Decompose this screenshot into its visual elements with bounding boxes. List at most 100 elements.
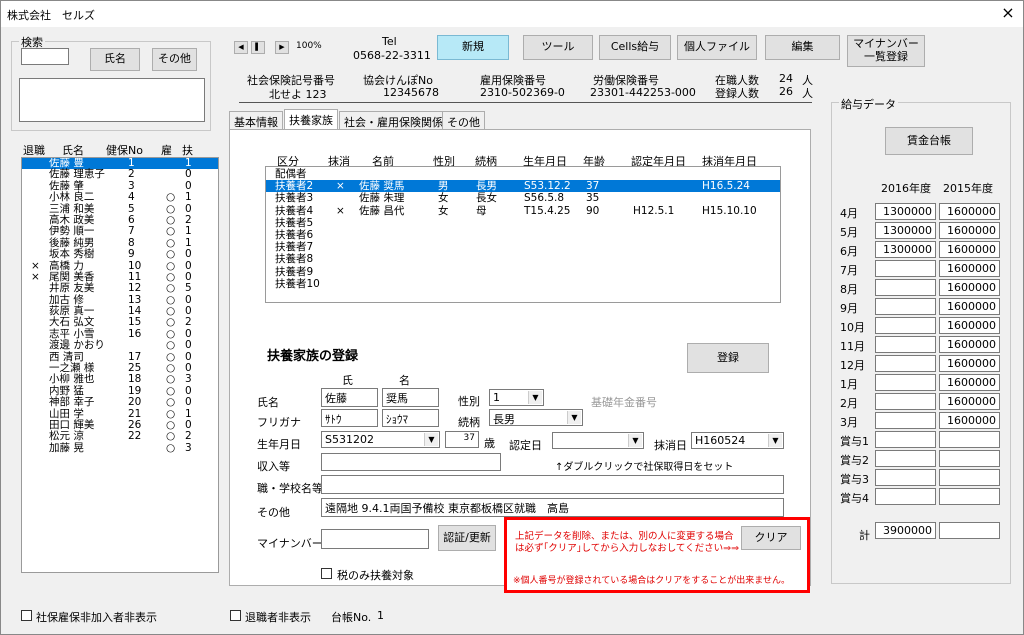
salary-2016-input[interactable] bbox=[875, 298, 936, 315]
hide-uninsured-checkbox[interactable] bbox=[21, 610, 32, 621]
mynumber-input[interactable] bbox=[321, 529, 429, 549]
employee-row[interactable]: 渡邊 かおり ○ 0 bbox=[22, 339, 218, 351]
register-button[interactable]: 登録 bbox=[687, 343, 769, 373]
employee-name: 神部 幸子 bbox=[49, 396, 95, 409]
salary-2015-input[interactable] bbox=[939, 431, 1000, 448]
salary-2016-input[interactable] bbox=[875, 450, 936, 467]
age-unit: 歳 bbox=[484, 437, 495, 450]
income-input[interactable] bbox=[321, 453, 501, 471]
salary-2015-input[interactable]: 1600000 bbox=[939, 336, 1000, 353]
tab-basic-info[interactable]: 基本情報 bbox=[229, 111, 283, 129]
salary-2015-input[interactable]: 1600000 bbox=[939, 279, 1000, 296]
other-input[interactable]: 遠隔地 9.4.1両国予備校 東京都板橋区就職 高島 bbox=[321, 498, 784, 517]
birth-select[interactable]: S531202 ▼ bbox=[321, 431, 440, 448]
salary-2015-input[interactable]: 1600000 bbox=[939, 222, 1000, 239]
delete-date-select[interactable]: H160524 ▼ bbox=[691, 432, 784, 449]
salary-2016-input[interactable] bbox=[875, 260, 936, 277]
employee-employment: ○ bbox=[166, 191, 176, 204]
cert-date-select[interactable]: ▼ bbox=[552, 432, 644, 449]
salary-2015-input[interactable]: 1600000 bbox=[939, 393, 1000, 410]
dependent-row[interactable]: 扶養者5 bbox=[266, 217, 780, 229]
dependent-row[interactable]: 扶養者8 bbox=[266, 253, 780, 265]
search-other-button[interactable]: その他 bbox=[152, 48, 197, 71]
edit-button[interactable]: 編集 bbox=[765, 35, 840, 60]
employee-row[interactable]: 小林 良二 4 ○ 1 bbox=[22, 191, 218, 204]
salary-2016-input[interactable] bbox=[875, 336, 936, 353]
dependent-row[interactable]: 配偶者 bbox=[266, 168, 780, 180]
delete-date-value: H160524 bbox=[695, 434, 746, 447]
salary-2016-input[interactable] bbox=[875, 488, 936, 505]
salary-2016-input[interactable] bbox=[875, 317, 936, 334]
employee-row[interactable]: 神部 幸子 20 ○ 0 bbox=[22, 396, 218, 409]
salary-2015-input[interactable]: 1600000 bbox=[939, 260, 1000, 277]
salary-2015-input[interactable]: 1600000 bbox=[939, 412, 1000, 429]
dependent-delete: × bbox=[336, 180, 345, 193]
salary-2016-input[interactable] bbox=[875, 355, 936, 372]
dependent-row[interactable]: 扶養者7 bbox=[266, 241, 780, 253]
dependent-cert: H12.5.1 bbox=[633, 204, 675, 217]
personal-file-button[interactable]: 個人ファイル bbox=[677, 35, 757, 60]
auth-update-button[interactable]: 認証/更新 bbox=[438, 525, 496, 551]
search-name-button[interactable]: 氏名 bbox=[90, 48, 140, 71]
tools-button[interactable]: ツール bbox=[523, 35, 593, 60]
salary-2015-input[interactable]: 1600000 bbox=[939, 203, 1000, 220]
tab-social-insurance[interactable]: 社会・雇用保険関係 bbox=[339, 111, 448, 129]
salary-2016-input[interactable] bbox=[875, 469, 936, 486]
sex-select[interactable]: 1 ▼ bbox=[489, 389, 544, 406]
tab-other[interactable]: その他 bbox=[442, 111, 485, 129]
salary-2015-input[interactable] bbox=[939, 488, 1000, 505]
mei-input[interactable]: 奨馬 bbox=[382, 388, 439, 407]
salary-2015-input[interactable] bbox=[939, 469, 1000, 486]
salary-2015-input[interactable] bbox=[939, 450, 1000, 467]
col-retired: 退職 bbox=[23, 144, 45, 157]
salary-2015-input[interactable]: 1600000 bbox=[939, 374, 1000, 391]
tax-only-checkbox[interactable] bbox=[321, 568, 332, 579]
salary-2015-input[interactable]: 1600000 bbox=[939, 298, 1000, 315]
search-input[interactable] bbox=[21, 48, 69, 65]
close-button[interactable]: × bbox=[997, 3, 1019, 23]
salary-2016-input[interactable]: 1300000 bbox=[875, 241, 936, 258]
search-result-box[interactable] bbox=[19, 78, 205, 122]
dependent-row[interactable]: 扶養者9 bbox=[266, 266, 780, 278]
salary-2016-input[interactable] bbox=[875, 431, 936, 448]
salary-2016-input[interactable] bbox=[875, 374, 936, 391]
new-button[interactable]: 新規 bbox=[437, 35, 509, 60]
mei-kana-input[interactable]: ｼｮｳﾏ bbox=[382, 409, 439, 427]
dependent-row[interactable]: 扶養者4 × 佐藤 昌代 女 母 T15.4.25 90 H12.5.1 H15.10.10 bbox=[266, 205, 780, 217]
clear-button[interactable]: クリア bbox=[741, 526, 801, 550]
dependent-kubun: 扶養者2 bbox=[275, 180, 314, 193]
dependent-row[interactable]: 扶養者10 bbox=[266, 278, 780, 290]
dependent-row[interactable]: 扶養者2 × 佐藤 奨馬 男 長男 S53.12.2 37 H16.5.24 bbox=[266, 180, 780, 193]
employee-row[interactable]: 加藤 晃 ○ 3 bbox=[22, 442, 218, 454]
salary-2016-input[interactable]: 1300000 bbox=[875, 222, 936, 239]
salary-2015-input[interactable]: 1600000 bbox=[939, 317, 1000, 334]
cells-salary-button[interactable]: Cells給与 bbox=[599, 35, 671, 60]
tab-dependents[interactable]: 扶養家族 bbox=[284, 109, 338, 130]
employee-row[interactable]: 井原 友美 12 ○ 5 bbox=[22, 282, 218, 295]
dependent-delday: H16.5.24 bbox=[702, 180, 750, 193]
age-output: 37 bbox=[445, 431, 479, 448]
salary-2015-input[interactable]: 1600000 bbox=[939, 241, 1000, 258]
nav-first-button[interactable]: ◀ bbox=[234, 41, 248, 54]
salary-2015-input[interactable]: 1600000 bbox=[939, 355, 1000, 372]
wage-ledger-button[interactable]: 賃金台帳 bbox=[885, 127, 973, 155]
application-window: 株式会社 セルズ × 検索 氏名 その他 退職 氏名 健保No 雇 扶 佐藤 豊… bbox=[0, 0, 1024, 635]
sei-input[interactable]: 佐藤 bbox=[321, 388, 378, 407]
hide-retired-checkbox[interactable] bbox=[230, 610, 241, 621]
nav-next-button[interactable]: ▶ bbox=[275, 41, 289, 54]
employee-row[interactable]: 坂本 秀樹 9 ○ 0 bbox=[22, 248, 218, 260]
salary-2016-input[interactable] bbox=[875, 279, 936, 296]
salary-2016-input[interactable]: 1300000 bbox=[875, 203, 936, 220]
salary-2016-input[interactable] bbox=[875, 412, 936, 429]
nav-prev-button[interactable]: ▌ bbox=[251, 41, 265, 54]
relation-select[interactable]: 長男 ▼ bbox=[489, 409, 583, 426]
school-input[interactable] bbox=[321, 475, 784, 494]
salary-2016-input[interactable] bbox=[875, 393, 936, 410]
mynumber-list-button[interactable]: マイナンバー 一覧登録 bbox=[847, 35, 925, 67]
dependents-list[interactable]: 配偶者 扶養者2 × 佐藤 奨馬 男 長男 S53.12.2 37 H16.5.24 扶養者3 佐藤… bbox=[265, 166, 781, 303]
sei-kana-input[interactable]: ｻﾄｳ bbox=[321, 409, 378, 427]
employee-list[interactable]: 佐藤 豊 1 1 佐藤 理恵子 2 0 佐藤 肇 3 0 小林 良二 4 ○ 1 三浦 和美 5 ○ 0 高木 政… bbox=[21, 157, 219, 573]
dependent-row[interactable]: 扶養者3 佐藤 朱理 女 長女 S56.5.8 35 bbox=[266, 192, 780, 204]
dependent-row[interactable]: 扶養者6 bbox=[266, 229, 780, 241]
employee-dependents: 5 bbox=[185, 282, 192, 295]
